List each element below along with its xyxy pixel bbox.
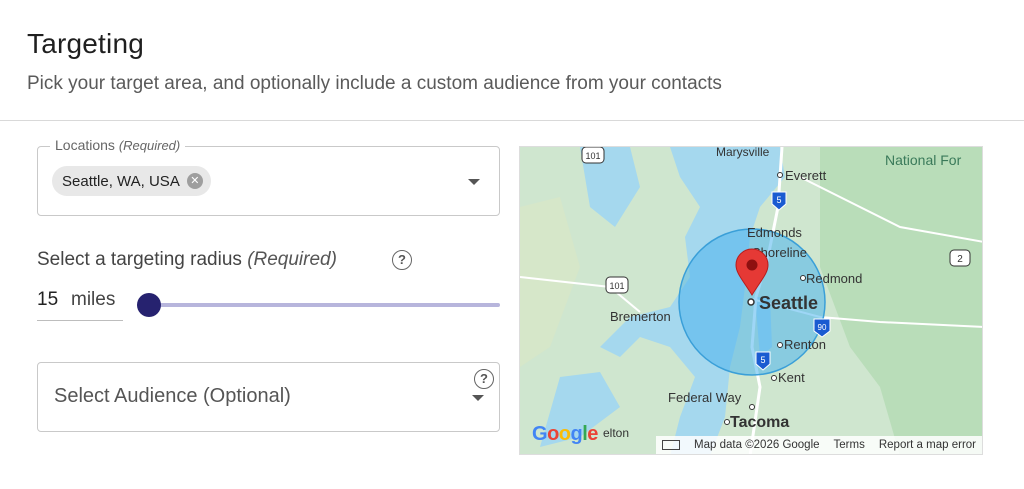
locations-dropdown-icon[interactable] <box>468 179 480 185</box>
radius-label-text: Select a targeting radius <box>37 249 242 270</box>
locations-label-text: Locations <box>55 137 115 153</box>
targeting-header: Targeting Pick your target area, and opt… <box>0 0 1024 121</box>
us2-shield: 2 <box>949 249 971 267</box>
slider-track[interactable] <box>137 303 500 307</box>
locations-label: Locations (Required) <box>50 137 186 153</box>
map-attribution: Map data ©2026 Google Terms Report a map… <box>656 436 982 454</box>
map-label-marysville: Marysville <box>716 147 770 159</box>
slider-thumb[interactable] <box>137 293 161 317</box>
locations-select[interactable]: Locations (Required) Seattle, WA, USA ✕ <box>37 137 500 216</box>
map-data-text: Map data ©2026 Google <box>694 439 820 451</box>
us101-shield: 101 <box>581 147 605 164</box>
report-map-error-link[interactable]: Report a map error <box>879 439 976 451</box>
map-label-redmond: Redmond <box>806 271 862 286</box>
audience-dropdown-icon[interactable] <box>472 395 484 401</box>
x-circle-icon[interactable]: ✕ <box>186 173 203 189</box>
help-icon[interactable]: ? <box>392 250 412 270</box>
svg-text:90: 90 <box>818 323 827 332</box>
map-label-national-forest: National For <box>885 152 962 168</box>
city-dot <box>724 419 730 425</box>
city-dot <box>747 298 755 306</box>
map-label-shelton: elton <box>603 426 629 440</box>
terms-link[interactable]: Terms <box>834 439 865 451</box>
us101-shield: 101 <box>605 276 629 294</box>
keyboard-icon[interactable] <box>662 440 681 450</box>
page-title: Targeting <box>27 28 144 59</box>
radius-slider[interactable] <box>137 292 500 318</box>
audience-select[interactable]: Select Audience (Optional) ? <box>37 362 500 432</box>
city-dot <box>777 172 783 178</box>
map-label-everett: Everett <box>785 168 827 183</box>
radius-input[interactable]: 15 miles <box>37 289 123 321</box>
map-label-renton: Renton <box>784 337 826 352</box>
page-subtitle: Pick your target area, and optionally in… <box>27 73 722 94</box>
svg-text:5: 5 <box>760 355 765 365</box>
map-label-federal-way: Federal Way <box>668 390 742 405</box>
locations-required-text: (Required) <box>118 138 181 153</box>
city-dot <box>749 404 755 410</box>
map-canvas[interactable]: 101 101 5 5 2 90 Marysville Everett Edmo… <box>520 147 983 455</box>
svg-text:101: 101 <box>585 151 600 161</box>
svg-text:101: 101 <box>609 281 624 291</box>
location-chip: Seattle, WA, USA ✕ <box>52 166 211 196</box>
city-dot <box>771 375 777 381</box>
radius-required-text: (Required) <box>247 249 337 270</box>
radius-label: Select a targeting radius (Required) <box>37 249 337 271</box>
svg-text:5: 5 <box>776 195 781 205</box>
location-chip-label: Seattle, WA, USA <box>62 172 180 190</box>
radius-value: 15 <box>37 289 59 310</box>
audience-placeholder: Select Audience (Optional) <box>54 385 291 407</box>
map-label-seattle: Seattle <box>759 293 818 313</box>
map-view[interactable]: 101 101 5 5 2 90 Marysville Everett Edmo… <box>519 146 983 455</box>
city-dot <box>800 275 806 281</box>
radius-unit: miles <box>71 289 116 310</box>
help-icon[interactable]: ? <box>474 369 494 389</box>
map-label-bremerton: Bremerton <box>610 309 671 324</box>
city-dot <box>777 342 783 348</box>
svg-text:2: 2 <box>957 254 963 265</box>
map-label-tacoma: Tacoma <box>730 414 789 431</box>
map-label-edmonds: Edmonds <box>747 225 802 240</box>
google-logo: Google <box>532 423 598 445</box>
map-label-kent: Kent <box>778 370 805 385</box>
